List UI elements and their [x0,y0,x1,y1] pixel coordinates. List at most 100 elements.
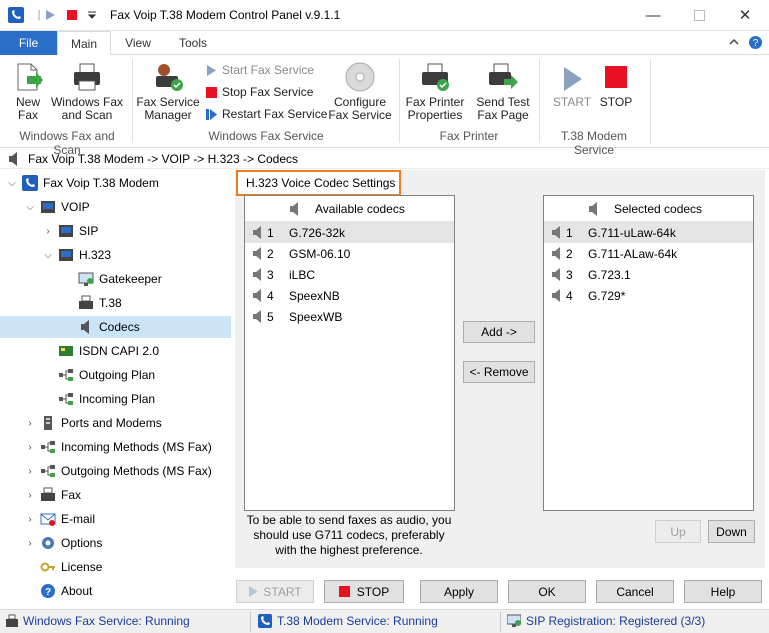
tree-item-incoming-methods[interactable]: Incoming Methods (MS Fax) [40,436,212,458]
speaker-icon [252,247,263,260]
chevron-right-icon[interactable]: › [24,441,36,453]
new-fax-icon [12,61,44,93]
codec-row[interactable]: 3 G.723.1 [544,264,753,285]
fax-printer-properties-button[interactable]: Fax Printer Properties [404,61,466,122]
chevron-down-icon[interactable]: ⌵ [6,177,18,189]
tab-main[interactable]: Main [57,31,111,56]
tree-item-t38[interactable]: T.38 [78,292,122,314]
minimize-button[interactable]: — [630,0,676,30]
add-codec-button[interactable]: Add -> [463,321,535,343]
group-label-wfsvc: Windows Fax Service [208,129,324,143]
start-button[interactable]: START [236,580,314,603]
move-up-button[interactable]: Up [655,520,701,543]
start-fax-service-button[interactable]: Start Fax Service [206,63,314,77]
tree-item-fax[interactable]: Fax [40,484,81,506]
tree-item-outgoing-methods[interactable]: Outgoing Methods (MS Fax) [40,460,212,482]
cancel-button[interactable]: Cancel [596,580,674,603]
codec-row[interactable]: 4 SpeexNB [245,285,454,306]
stop-button[interactable]: STOP [324,580,404,603]
chevron-right-icon[interactable]: › [24,465,36,477]
apply-button[interactable]: Apply [420,580,498,603]
list-header: Available codecs [245,196,454,222]
routing-icon [40,463,56,479]
start-service-button[interactable]: START [552,65,592,109]
codec-name: G.711-ALaw-64k [588,246,678,261]
maximize-icon [693,9,705,21]
tree-item-isdn[interactable]: ISDN CAPI 2.0 [58,340,159,362]
available-codecs-list[interactable]: Available codecs 1 G.726-32k 2 GSM-06.10 3 iL… [244,195,455,511]
configure-fax-service-button[interactable]: Configure Fax Service [328,61,392,122]
group-label-wfs: Windows Fax and Scan [19,129,115,157]
codec-row[interactable]: 5 SpeexWB [245,306,454,327]
restart-fax-service-button[interactable]: Restart Fax Service [206,107,327,121]
close-button[interactable]: ✕ [722,0,768,30]
tab-view[interactable]: View [113,31,163,55]
app-phone-icon [258,614,272,628]
codec-name: G.729* [588,288,626,303]
move-down-button[interactable]: Down [708,520,755,543]
fax-machine-icon [6,614,18,627]
maximize-button[interactable] [676,0,722,30]
tab-file[interactable]: File [0,31,57,55]
codec-name: G.723.1 [588,267,631,282]
codec-index: 2 [267,246,274,261]
help-button[interactable]: Help [684,580,762,603]
chevron-right-icon[interactable]: › [42,225,54,237]
fax-service-manager-button[interactable]: Fax Service Manager [136,61,200,122]
chevron-right-icon[interactable]: › [24,417,36,429]
windows-fax-scan-button[interactable]: Windows Fax and Scan [50,61,124,122]
isdn-card-icon [58,343,74,359]
codec-index: 3 [566,267,573,282]
ribbon-separator [650,59,651,143]
speaker-icon [588,201,600,216]
quick-access-dropdown-icon[interactable] [84,7,100,23]
routing-icon [40,439,56,455]
collapse-ribbon-icon[interactable] [728,36,740,51]
tree-item-incoming-plan[interactable]: Incoming Plan [58,388,155,410]
new-fax-button[interactable]: New Fax [8,61,48,122]
fax-machine-icon [78,295,94,311]
chevron-down-icon[interactable]: ⌵ [42,249,54,261]
codec-name: G.726-32k [289,225,346,240]
codec-row[interactable]: 4 G.729* [544,285,753,306]
stop-quick-icon[interactable] [64,7,80,23]
play-icon [556,65,588,93]
codec-row[interactable]: 3 iLBC [245,264,454,285]
stop-service-button[interactable]: STOP [596,65,636,109]
tab-tools[interactable]: Tools [167,31,219,55]
codec-row[interactable]: 2 GSM-06.10 [245,243,454,264]
codec-row[interactable]: 1 G.726-32k [245,222,454,243]
group-label-t38: T.38 Modem Service [560,129,628,157]
codec-row[interactable]: 2 G.711-ALaw-64k [544,243,753,264]
stop-fax-service-button[interactable]: Stop Fax Service [206,85,313,99]
printer-check-icon [419,61,451,93]
tree-item-h323[interactable]: H.323 [58,244,111,266]
tree-item-ports[interactable]: Ports and Modems [40,412,162,434]
ok-button[interactable]: OK [508,580,586,603]
start-quick-icon[interactable] [42,7,58,23]
tree-item-voip[interactable]: VOIP [40,196,90,218]
selected-codecs-list[interactable]: Selected codecs 1 G.711-uLaw-64k 2 G.711-AL… [543,195,754,511]
codec-row[interactable]: 1 G.711-uLaw-64k [544,222,753,243]
tree-item-options[interactable]: Options [40,532,102,554]
voip-device-icon [58,223,74,239]
tree-item-root[interactable]: Fax Voip T.38 Modem [22,172,159,194]
tree-item-codecs[interactable]: Codecs [0,316,231,338]
tree-item-about[interactable]: ? About [40,580,92,602]
chevron-down-icon[interactable]: ⌵ [24,201,36,213]
tree-item-license[interactable]: License [40,556,102,578]
status-bar: Windows Fax Service: Running T.38 Modem … [0,609,769,633]
chevron-right-icon[interactable]: › [24,537,36,549]
speaker-icon [551,226,562,239]
chevron-right-icon[interactable]: › [24,513,36,525]
help-icon[interactable]: ? [748,35,763,53]
monitor-icon [507,614,521,627]
send-test-fax-page-button[interactable]: Send Test Fax Page [472,61,534,122]
remove-codec-button[interactable]: <- Remove [463,361,535,383]
tree-item-gatekeeper[interactable]: Gatekeeper [78,268,162,290]
tree-item-email[interactable]: E-mail [40,508,95,530]
chevron-right-icon[interactable]: › [24,489,36,501]
codec-name: G.711-uLaw-64k [588,225,676,240]
tree-item-outgoing-plan[interactable]: Outgoing Plan [58,364,155,386]
tree-item-sip[interactable]: SIP [58,220,98,242]
